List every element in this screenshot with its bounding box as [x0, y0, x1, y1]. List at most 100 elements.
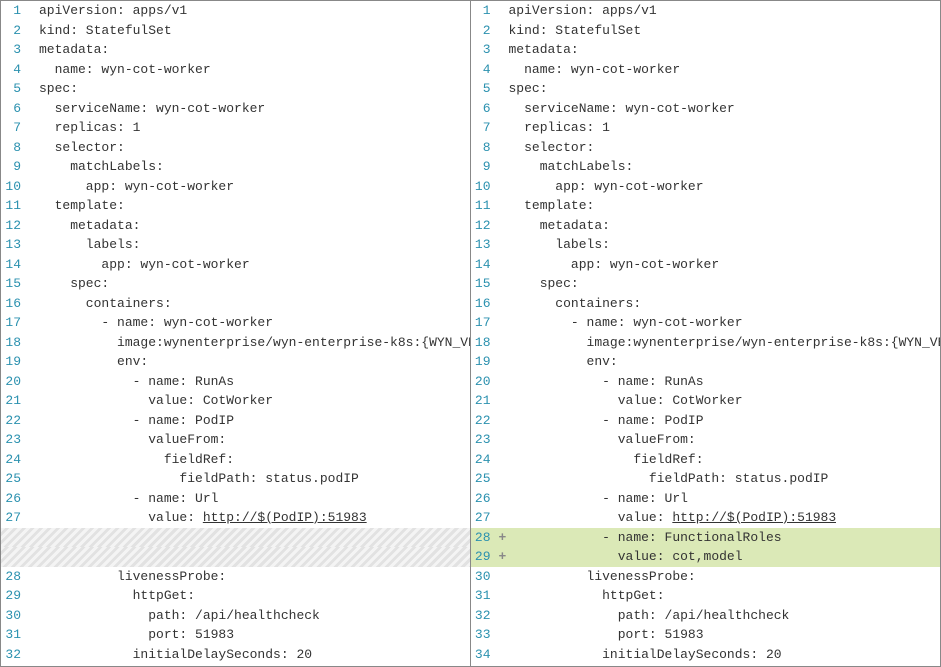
code-line[interactable]: 4 name: wyn-cot-worker	[1, 60, 470, 80]
code-line[interactable]: 31 port: 51983	[1, 625, 470, 645]
code-line[interactable]: 19 env:	[1, 352, 470, 372]
code-line[interactable]: 21 value: CotWorker	[1, 391, 470, 411]
line-number: 27	[471, 508, 499, 528]
code-line[interactable]: 14 app: wyn-cot-worker	[471, 255, 941, 275]
code-line[interactable]: 9 matchLabels:	[471, 157, 941, 177]
code-line[interactable]: 18 image:wynenterprise/wyn-enterprise-k8…	[1, 333, 470, 353]
code-text: - name: wyn-cot-worker	[39, 313, 273, 333]
code-line[interactable]: 23 valueFrom:	[471, 430, 941, 450]
code-line[interactable]: 9 matchLabels:	[1, 157, 470, 177]
code-line[interactable]: 26 - name: Url	[1, 489, 470, 509]
line-marker	[499, 352, 509, 372]
line-marker	[29, 664, 39, 666]
code-line[interactable]: 25 fieldPath: status.podIP	[471, 469, 941, 489]
code-line[interactable]: 11 template:	[471, 196, 941, 216]
code-line[interactable]: 16 containers:	[471, 294, 941, 314]
code-line[interactable]: 15 spec:	[1, 274, 470, 294]
code-text: - name: Url	[39, 489, 218, 509]
code-line[interactable]: 24 fieldRef:	[1, 450, 470, 470]
code-line[interactable]: 18 image:wynenterprise/wyn-enterprise-k8…	[471, 333, 941, 353]
line-marker	[29, 352, 39, 372]
code-line[interactable]: 22 - name: PodIP	[471, 411, 941, 431]
line-marker	[499, 411, 509, 431]
code-line[interactable]: 2kind: StatefulSet	[1, 21, 470, 41]
code-line[interactable]: 1apiVersion: apps/v1	[471, 1, 941, 21]
code-line[interactable]: 7 replicas: 1	[471, 118, 941, 138]
code-text: value: http://$(PodIP):51983	[509, 508, 837, 528]
code-line[interactable]: 16 containers:	[1, 294, 470, 314]
code-text: periodSeconds: 3	[39, 664, 257, 666]
code-line[interactable]: 8 selector:	[471, 138, 941, 158]
code-line[interactable]: 14 app: wyn-cot-worker	[1, 255, 470, 275]
code-line[interactable]: 13 labels:	[1, 235, 470, 255]
code-line[interactable]: 13 labels:	[471, 235, 941, 255]
code-line[interactable]: 12 metadata:	[471, 216, 941, 236]
code-line[interactable]: 30 path: /api/healthcheck	[1, 606, 470, 626]
code-line[interactable]: 5spec:	[1, 79, 470, 99]
code-line[interactable]: 25 fieldPath: status.podIP	[1, 469, 470, 489]
code-line[interactable]: 6 serviceName: wyn-cot-worker	[471, 99, 941, 119]
code-text: metadata:	[509, 40, 579, 60]
code-line[interactable]: 12 metadata:	[1, 216, 470, 236]
code-line[interactable]: 21 value: CotWorker	[471, 391, 941, 411]
code-text: app: wyn-cot-worker	[39, 255, 250, 275]
code-line[interactable]: 33 periodSeconds: 3	[1, 664, 470, 666]
code-line[interactable]: 7 replicas: 1	[1, 118, 470, 138]
code-line[interactable]: 31 httpGet:	[471, 586, 941, 606]
placeholder-line[interactable]	[1, 547, 470, 567]
diff-pane-right[interactable]: 1apiVersion: apps/v12kind: StatefulSet3m…	[471, 1, 941, 666]
code-text: app: wyn-cot-worker	[509, 255, 720, 275]
code-line[interactable]: 32 initialDelaySeconds: 20	[1, 645, 470, 665]
line-number: 11	[1, 196, 29, 216]
code-text: port: 51983	[39, 625, 234, 645]
code-line[interactable]: 4 name: wyn-cot-worker	[471, 60, 941, 80]
code-line[interactable]: 29 httpGet:	[1, 586, 470, 606]
code-line[interactable]: 8 selector:	[1, 138, 470, 158]
line-number: 9	[1, 157, 29, 177]
code-line[interactable]: 17 - name: wyn-cot-worker	[1, 313, 470, 333]
code-line[interactable]: 32 path: /api/healthcheck	[471, 606, 941, 626]
line-number: 15	[471, 274, 499, 294]
code-line[interactable]: 15 spec:	[471, 274, 941, 294]
url-text: http://$(PodIP):51983	[203, 510, 367, 525]
code-line[interactable]: 17 - name: wyn-cot-worker	[471, 313, 941, 333]
line-number: 12	[471, 216, 499, 236]
code-line[interactable]: 28+ - name: FunctionalRoles	[471, 528, 941, 548]
code-line[interactable]: 3metadata:	[471, 40, 941, 60]
line-number: 16	[471, 294, 499, 314]
code-line[interactable]: 33 port: 51983	[471, 625, 941, 645]
diff-pane-left[interactable]: 1apiVersion: apps/v12kind: StatefulSet3m…	[1, 1, 471, 666]
code-line[interactable]: 5spec:	[471, 79, 941, 99]
line-number: 14	[471, 255, 499, 275]
code-text: kind: StatefulSet	[39, 21, 172, 41]
code-line[interactable]: 35 periodSeconds: 3	[471, 664, 941, 666]
code-line[interactable]: 28 livenessProbe:	[1, 567, 470, 587]
code-line[interactable]: 20 - name: RunAs	[471, 372, 941, 392]
code-line[interactable]: 24 fieldRef:	[471, 450, 941, 470]
line-number: 7	[1, 118, 29, 138]
code-line[interactable]: 23 valueFrom:	[1, 430, 470, 450]
code-line[interactable]: 2kind: StatefulSet	[471, 21, 941, 41]
code-line[interactable]: 29+ value: cot,model	[471, 547, 941, 567]
line-number: 10	[471, 177, 499, 197]
line-number: 16	[1, 294, 29, 314]
code-line[interactable]: 34 initialDelaySeconds: 20	[471, 645, 941, 665]
code-text: fieldPath: status.podIP	[509, 469, 829, 489]
code-line[interactable]: 27 value: http://$(PodIP):51983	[1, 508, 470, 528]
line-number: 14	[1, 255, 29, 275]
code-line[interactable]: 11 template:	[1, 196, 470, 216]
code-line[interactable]: 10 app: wyn-cot-worker	[471, 177, 941, 197]
code-line[interactable]: 1apiVersion: apps/v1	[1, 1, 470, 21]
code-line[interactable]: 26 - name: Url	[471, 489, 941, 509]
code-line[interactable]: 10 app: wyn-cot-worker	[1, 177, 470, 197]
code-line[interactable]: 30 livenessProbe:	[471, 567, 941, 587]
line-marker	[499, 391, 509, 411]
code-line[interactable]: 6 serviceName: wyn-cot-worker	[1, 99, 470, 119]
code-line[interactable]: 19 env:	[471, 352, 941, 372]
code-line[interactable]: 22 - name: PodIP	[1, 411, 470, 431]
line-number: 28	[471, 528, 499, 548]
code-line[interactable]: 27 value: http://$(PodIP):51983	[471, 508, 941, 528]
code-line[interactable]: 20 - name: RunAs	[1, 372, 470, 392]
placeholder-line[interactable]	[1, 528, 470, 548]
code-line[interactable]: 3metadata:	[1, 40, 470, 60]
